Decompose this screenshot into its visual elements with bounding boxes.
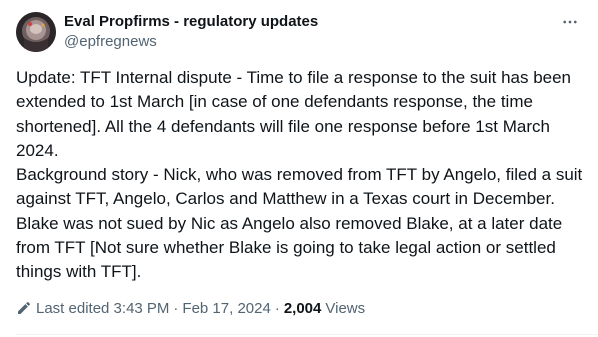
last-edited-link[interactable]: Last edited 3:43 PM: [36, 300, 169, 317]
author-display-name[interactable]: Eval Propfirms - regulatory updates: [64, 12, 318, 32]
divider: [16, 334, 598, 335]
author-info: Eval Propfirms - regulatory updates @epf…: [64, 12, 318, 52]
post-meta: Last edited 3:43 PM · Feb 17, 2024 · 2,0…: [16, 298, 365, 318]
more-horizontal-icon: [563, 20, 577, 24]
pencil-icon: [16, 300, 32, 316]
views-count: 2,004: [283, 299, 322, 317]
author-handle[interactable]: @epfregnews: [64, 32, 318, 52]
author-avatar[interactable]: [16, 12, 56, 52]
avatar-image: [16, 12, 56, 52]
post-card: Eval Propfirms - regulatory updates @epf…: [0, 0, 598, 337]
meta-separator: ·: [173, 299, 179, 317]
meta-separator: ·: [274, 299, 280, 317]
post-date-link[interactable]: Feb 17, 2024: [182, 300, 270, 317]
views-label: Views: [325, 299, 366, 317]
post-text: Update: TFT Internal dispute - Time to f…: [16, 68, 583, 282]
more-options-button[interactable]: [556, 10, 584, 34]
